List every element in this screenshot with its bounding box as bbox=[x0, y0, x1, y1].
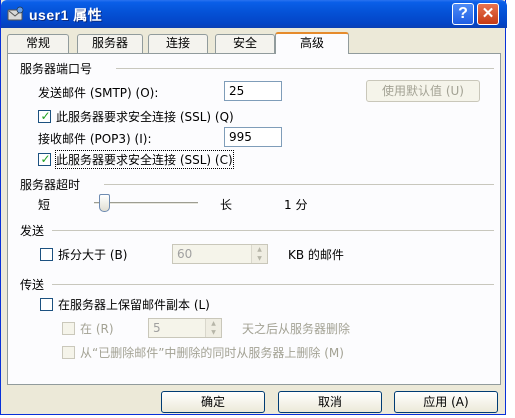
keep-copy-checkbox[interactable] bbox=[40, 298, 53, 311]
smtp-ssl-label: 此服务器要求安全连接 (SSL) (Q) bbox=[56, 110, 234, 124]
spin-up-icon[interactable]: ▲ bbox=[206, 319, 221, 328]
smtp-port-input[interactable]: 25 bbox=[224, 81, 282, 101]
check-icon: ✓ bbox=[40, 152, 51, 166]
timeout-value: 1 分 bbox=[284, 198, 308, 212]
split-size-spinner[interactable]: ▲ ▼ bbox=[251, 245, 267, 263]
cancel-button[interactable]: 取消 bbox=[278, 391, 382, 413]
sending-section-title: 发送 bbox=[20, 224, 45, 238]
remove-after-days-input[interactable]: 5 ▲ ▼ bbox=[148, 318, 222, 338]
remove-deleted-checkbox[interactable] bbox=[62, 346, 75, 359]
spin-down-icon[interactable]: ▼ bbox=[252, 254, 267, 263]
tab-connection[interactable]: 连接 bbox=[148, 34, 208, 53]
tab-security[interactable]: 安全 bbox=[215, 34, 275, 53]
delivery-section-title: 传送 bbox=[20, 278, 45, 292]
pop3-port-label: 接收邮件 (POP3) (I): bbox=[38, 132, 152, 146]
pop3-ssl-label: 此服务器要求安全连接 (SSL) (C) bbox=[55, 150, 234, 169]
help-button[interactable]: ? bbox=[452, 3, 474, 25]
remove-after-spinner[interactable]: ▲ ▼ bbox=[205, 319, 221, 337]
split-message-label: 拆分大于 (B) bbox=[58, 248, 128, 262]
pop3-port-input[interactable]: 995 bbox=[224, 127, 282, 147]
pop3-ssl-checkbox[interactable]: ✓ bbox=[38, 152, 51, 166]
ok-button[interactable]: 确定 bbox=[161, 391, 265, 413]
tab-general[interactable]: 常规 bbox=[7, 34, 69, 53]
spin-up-icon[interactable]: ▲ bbox=[252, 245, 267, 254]
ports-section-title: 服务器端口号 bbox=[20, 62, 93, 76]
split-message-checkbox[interactable] bbox=[40, 248, 53, 261]
remove-after-label: 在 (R) bbox=[80, 322, 114, 336]
timeout-long-label: 长 bbox=[220, 198, 233, 212]
user-account-icon bbox=[7, 6, 24, 21]
delivery-separator bbox=[52, 284, 494, 285]
close-icon: ✕ bbox=[481, 5, 495, 22]
tab-servers[interactable]: 服务器 bbox=[77, 34, 143, 53]
remove-after-checkbox[interactable] bbox=[62, 322, 75, 335]
smtp-ssl-checkbox[interactable]: ✓ bbox=[38, 109, 51, 123]
split-size-unit: KB 的邮件 bbox=[288, 248, 344, 262]
apply-button[interactable]: 应用 (A) bbox=[394, 391, 498, 413]
timeout-slider-thumb[interactable] bbox=[98, 194, 110, 212]
timeout-separator bbox=[104, 184, 494, 185]
timeout-short-label: 短 bbox=[38, 198, 51, 212]
tab-advanced[interactable]: 高级 bbox=[275, 32, 349, 54]
title-bar[interactable]: user1 属性 ? ✕ bbox=[1, 0, 507, 28]
keep-copy-label: 在服务器上保留邮件副本 (L) bbox=[58, 298, 210, 312]
split-size-input[interactable]: 60 ▲ ▼ bbox=[172, 244, 268, 264]
help-icon: ? bbox=[458, 5, 468, 22]
ports-separator bbox=[116, 68, 494, 69]
timeout-section-title: 服务器超时 bbox=[20, 178, 81, 192]
check-icon: ✓ bbox=[40, 109, 51, 123]
smtp-port-label: 发送邮件 (SMTP) (O): bbox=[38, 86, 159, 100]
remove-after-unit: 天之后从服务器删除 bbox=[242, 322, 351, 336]
advanced-panel: 服务器端口号 发送邮件 (SMTP) (O): 25 使用默认值 (U) ✓ 此… bbox=[7, 53, 501, 385]
sending-separator bbox=[52, 230, 494, 231]
use-defaults-button[interactable]: 使用默认值 (U) bbox=[366, 80, 480, 102]
tab-strip: 常规 服务器 连接 安全 高级 bbox=[7, 32, 501, 54]
remove-deleted-label: 从“已删除邮件”中删除的同时从服务器上删除 (M) bbox=[80, 346, 344, 360]
window-title: user1 属性 bbox=[29, 7, 103, 23]
spin-down-icon[interactable]: ▼ bbox=[206, 328, 221, 337]
close-button[interactable]: ✕ bbox=[477, 3, 499, 25]
properties-dialog: user1 属性 ? ✕ 常规 服务器 连接 安全 高级 服务器端口号 发送邮件… bbox=[0, 0, 507, 415]
